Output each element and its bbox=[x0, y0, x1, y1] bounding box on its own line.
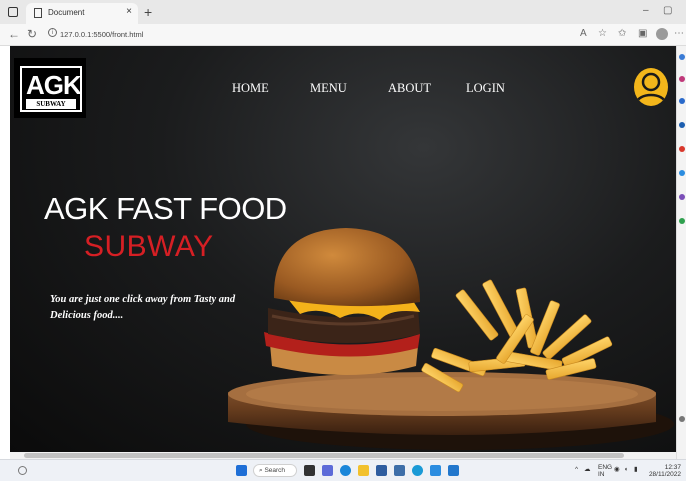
clock-date: 28/11/2022 bbox=[648, 471, 681, 478]
favorites-icon[interactable]: ☆ bbox=[598, 28, 607, 39]
logo-sub-text: SUBWAY bbox=[26, 99, 76, 109]
minimize-button[interactable]: – bbox=[643, 5, 649, 16]
wifi-icon[interactable]: ◉ bbox=[614, 466, 620, 473]
browser-tab-bar: Document × + – ▢ bbox=[0, 0, 686, 24]
battery-icon[interactable]: ▮ bbox=[634, 466, 638, 473]
shopping-icon[interactable] bbox=[679, 76, 685, 82]
scrollbar-thumb[interactable] bbox=[24, 453, 624, 458]
file-explorer-icon[interactable] bbox=[358, 465, 369, 476]
favorites-bar-icon[interactable]: ✩ bbox=[618, 28, 626, 39]
nav-home[interactable]: HOME bbox=[232, 81, 269, 96]
user-avatar-icon[interactable] bbox=[634, 68, 668, 106]
document-icon bbox=[34, 8, 42, 18]
app-icon[interactable] bbox=[394, 465, 405, 476]
help-icon[interactable] bbox=[412, 465, 423, 476]
horizontal-scrollbar[interactable] bbox=[10, 452, 676, 459]
tab-close-icon[interactable]: × bbox=[126, 6, 132, 17]
start-icon[interactable] bbox=[236, 465, 247, 476]
maps-icon[interactable] bbox=[679, 218, 685, 224]
profile-icon[interactable] bbox=[656, 28, 668, 40]
outlook-icon[interactable] bbox=[679, 170, 685, 176]
onedrive-icon[interactable]: ☁ bbox=[584, 466, 591, 473]
language-label: ENG bbox=[598, 464, 613, 471]
windows-taskbar: ⌕ Search ^ ☁ ENG IN ◉ ◖ ▮ 12:37 28/11/20… bbox=[0, 459, 686, 481]
tools-icon[interactable] bbox=[679, 98, 685, 104]
clock[interactable]: 12:37 28/11/2022 bbox=[645, 464, 681, 478]
nav-login[interactable]: LOGIN bbox=[466, 81, 505, 96]
volume-icon[interactable]: ◖ bbox=[624, 466, 628, 473]
logo-main-text: AGK bbox=[26, 70, 82, 100]
url-field[interactable]: 127.0.0.1:5500/front.html bbox=[60, 30, 143, 39]
logo-frame: AGK SUBWAY bbox=[20, 66, 82, 112]
taskbar-search[interactable]: ⌕ Search bbox=[253, 464, 297, 477]
site-info-icon[interactable]: i bbox=[48, 28, 57, 37]
edge-sidebar bbox=[676, 46, 686, 459]
chat-icon[interactable] bbox=[322, 465, 333, 476]
language-indicator[interactable]: ENG IN bbox=[598, 464, 612, 478]
drop-icon[interactable] bbox=[679, 194, 685, 200]
clock-time: 12:37 bbox=[664, 464, 681, 471]
region-label: IN bbox=[598, 471, 605, 478]
sidebar-settings-icon[interactable] bbox=[679, 416, 685, 422]
burger-fries-image bbox=[228, 228, 674, 450]
collections-icon[interactable]: ▣ bbox=[638, 28, 647, 39]
address-bar: ← ↻ i 127.0.0.1:5500/front.html A ☆ ✩ ▣ … bbox=[0, 24, 686, 46]
new-tab-button[interactable]: + bbox=[144, 4, 152, 20]
more-icon[interactable]: ⋯ bbox=[674, 28, 684, 39]
edge-icon[interactable] bbox=[340, 465, 351, 476]
tab-title: Document bbox=[48, 8, 85, 17]
maximize-button[interactable]: ▢ bbox=[663, 5, 672, 16]
task-view-icon[interactable] bbox=[304, 465, 315, 476]
tab-document[interactable]: Document × bbox=[26, 3, 138, 24]
nav-menu[interactable]: MENU bbox=[310, 81, 347, 96]
hero-subtitle: SUBWAY bbox=[84, 230, 214, 263]
store-icon[interactable] bbox=[376, 465, 387, 476]
search-sidebar-icon[interactable] bbox=[679, 54, 685, 60]
search-label: Search bbox=[264, 467, 286, 474]
nav-about[interactable]: ABOUT bbox=[388, 81, 431, 96]
reload-icon[interactable]: ↻ bbox=[27, 27, 37, 41]
read-aloud-icon[interactable]: A bbox=[580, 28, 587, 39]
weather-icon[interactable] bbox=[18, 466, 27, 475]
vscode-icon[interactable] bbox=[448, 465, 459, 476]
office-icon[interactable] bbox=[679, 146, 685, 152]
mail-icon[interactable] bbox=[430, 465, 441, 476]
back-icon[interactable]: ← bbox=[8, 27, 20, 41]
site-logo[interactable]: AGK SUBWAY bbox=[14, 58, 86, 118]
tab-actions-icon[interactable] bbox=[8, 7, 18, 17]
tray-chevron-icon[interactable]: ^ bbox=[575, 466, 578, 473]
games-icon[interactable] bbox=[679, 122, 685, 128]
web-page: AGK SUBWAY HOME MENU ABOUT LOGIN AGK FAS… bbox=[10, 46, 676, 452]
